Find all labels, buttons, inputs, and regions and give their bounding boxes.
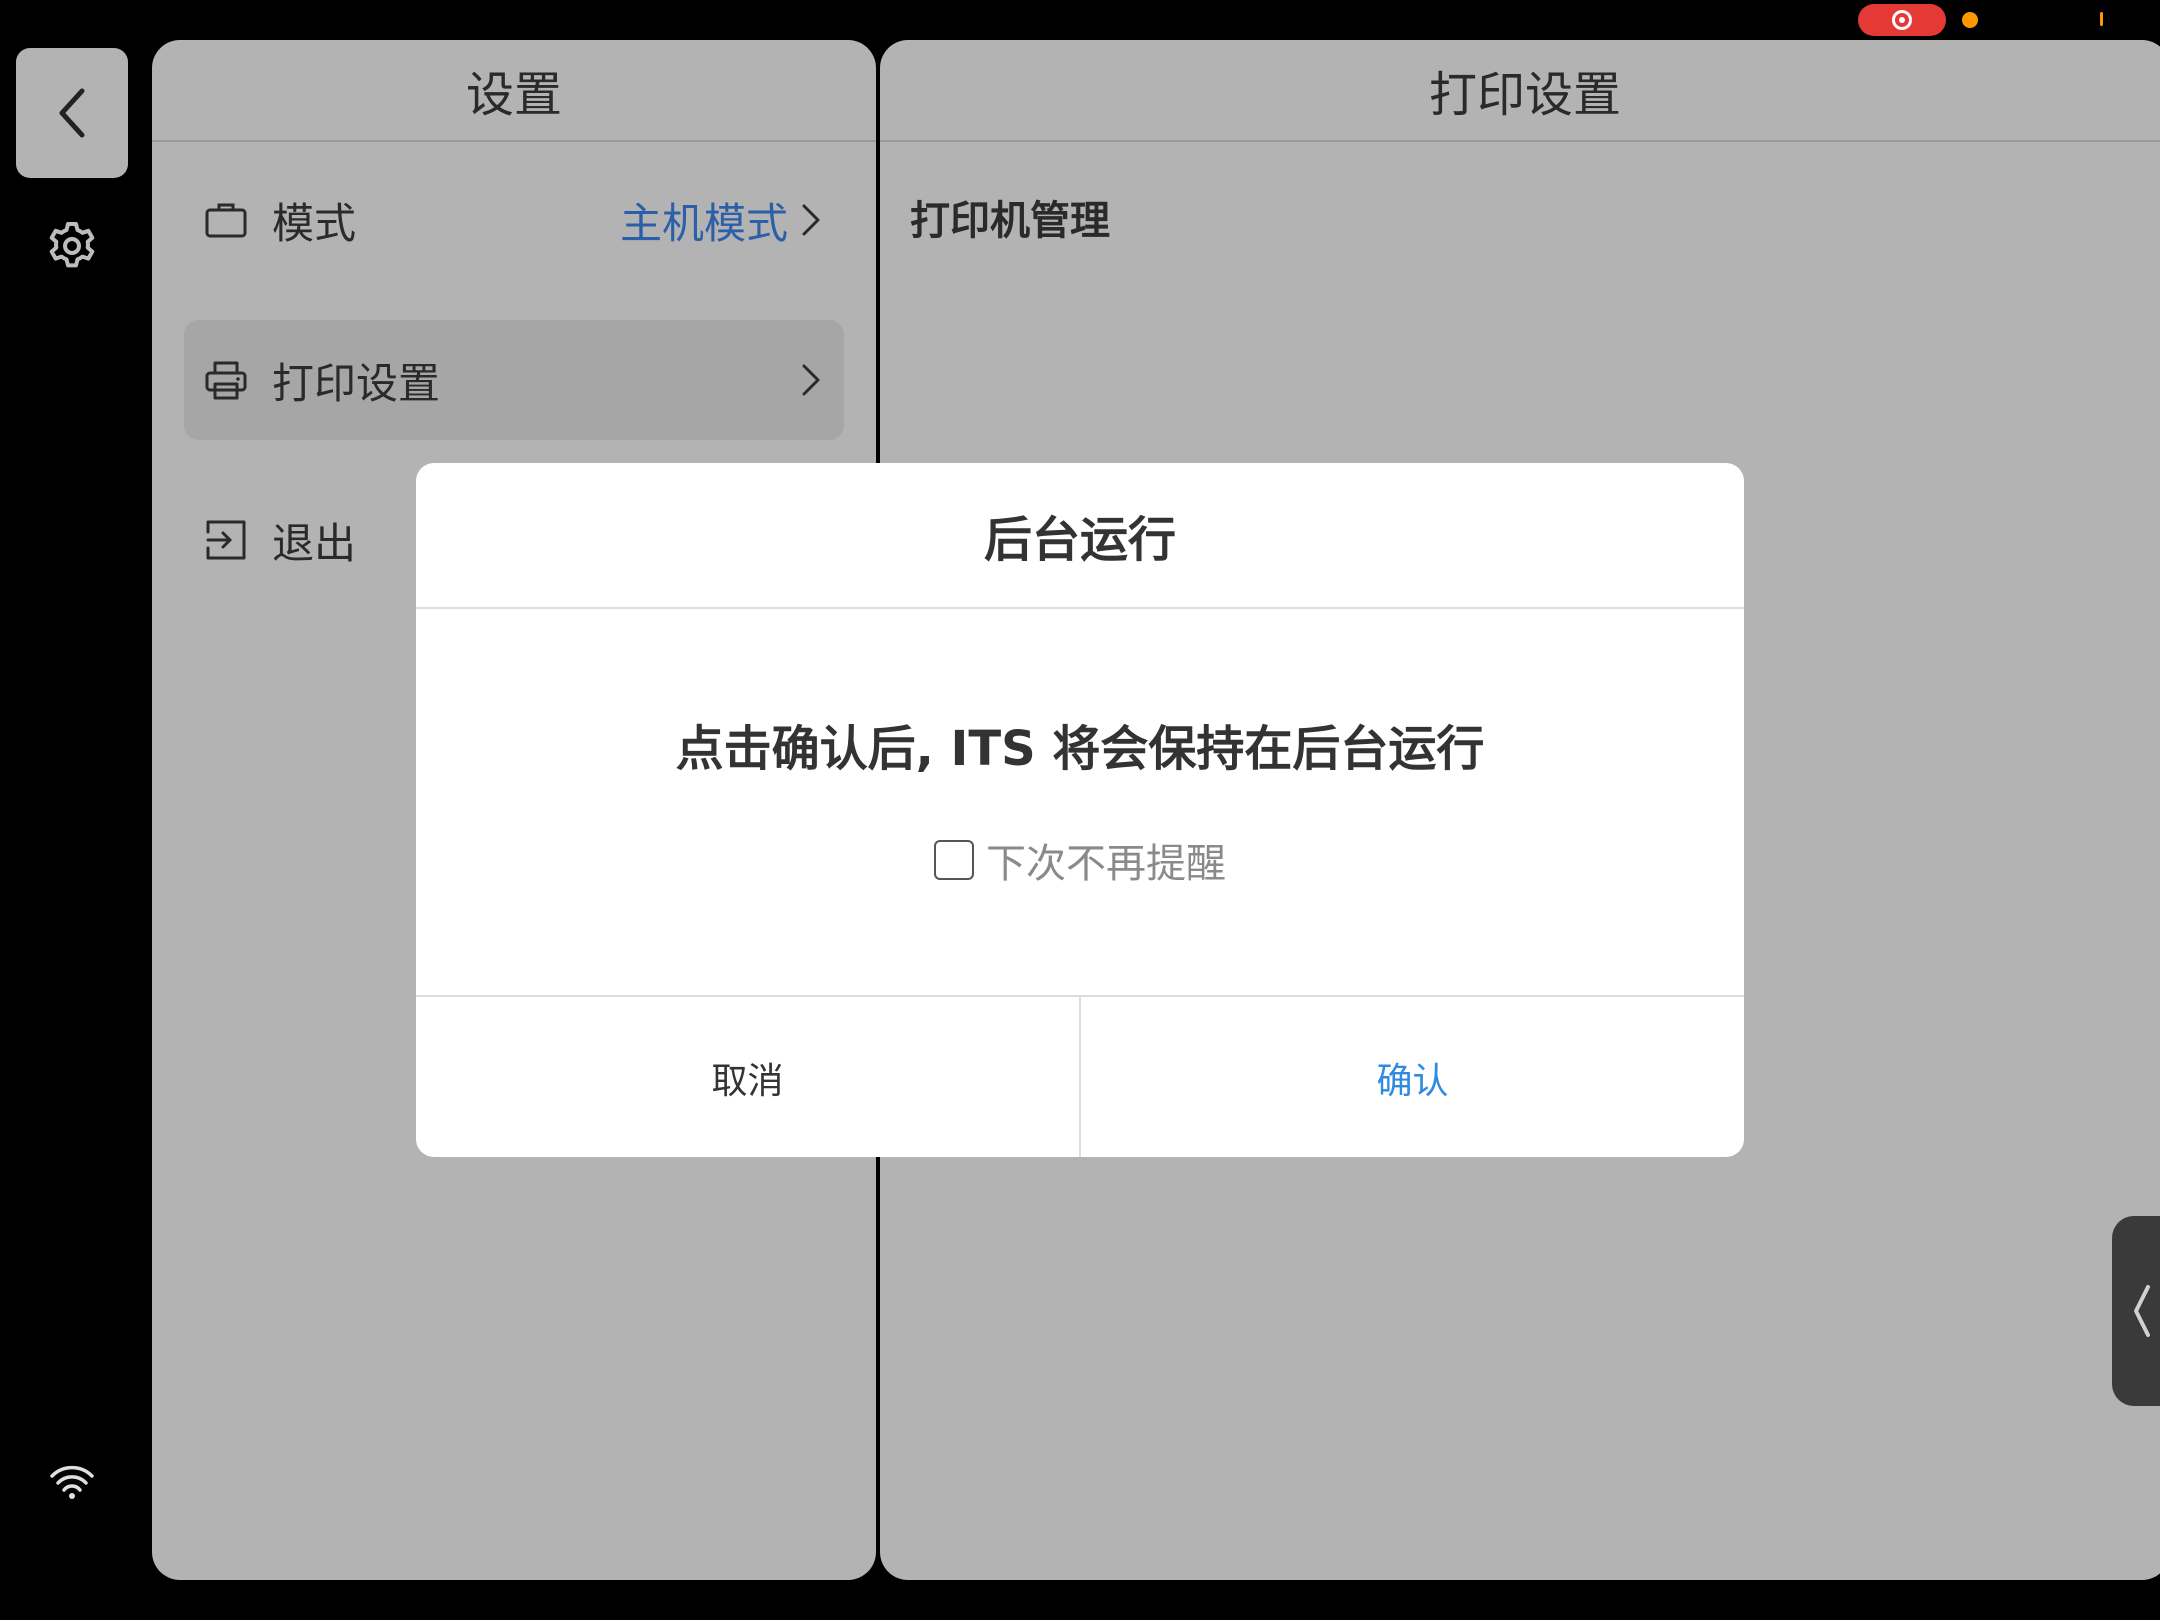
screen-record-indicator[interactable] bbox=[1858, 4, 1946, 36]
dialog-actions: 取消 确认 bbox=[416, 997, 1744, 1157]
dialog-title: 后台运行 bbox=[416, 463, 1744, 609]
printer-management-title: 打印机管理 bbox=[910, 198, 1110, 244]
cancel-button[interactable]: 取消 bbox=[416, 997, 1081, 1157]
menu-item-mode[interactable]: 模式 主机模式 bbox=[184, 160, 844, 280]
wifi-icon bbox=[50, 1465, 94, 1499]
menu-item-mode-label: 模式 bbox=[272, 198, 357, 248]
menu-item-mode-value: 主机模式 bbox=[619, 198, 788, 248]
background-run-dialog: 后台运行 点击确认后, ITS 将会保持在后台运行 下次不再提醒 取消 确认 bbox=[416, 463, 1744, 1157]
chevron-left-icon bbox=[59, 88, 85, 138]
print-settings-panel-title: 打印设置 bbox=[880, 40, 2160, 142]
printer-icon bbox=[205, 361, 247, 400]
back-button[interactable] bbox=[16, 48, 128, 178]
settings-panel-title: 设置 bbox=[152, 40, 876, 142]
chevron-right-icon bbox=[802, 204, 820, 236]
briefcase-icon bbox=[205, 203, 247, 238]
dont-remind-checkbox[interactable] bbox=[934, 840, 974, 880]
record-icon bbox=[1892, 10, 1912, 30]
dialog-body: 点击确认后, ITS 将会保持在后台运行 下次不再提醒 bbox=[416, 609, 1744, 997]
gear-icon[interactable] bbox=[44, 216, 100, 272]
privacy-indicator-dot bbox=[1962, 12, 1978, 28]
battery-indicator bbox=[2100, 12, 2103, 26]
chevron-left-icon bbox=[2134, 1285, 2150, 1337]
dialog-message: 点击确认后, ITS 将会保持在后台运行 bbox=[675, 721, 1485, 777]
dont-remind-label: 下次不再提醒 bbox=[986, 841, 1226, 887]
side-drawer-handle[interactable] bbox=[2112, 1216, 2160, 1406]
chevron-right-icon bbox=[802, 364, 820, 396]
confirm-button[interactable]: 确认 bbox=[1081, 997, 1744, 1157]
menu-item-print-settings-label: 打印设置 bbox=[272, 358, 441, 408]
menu-item-print-settings[interactable]: 打印设置 bbox=[184, 320, 844, 440]
dont-remind-option[interactable]: 下次不再提醒 bbox=[416, 831, 1744, 889]
screen: 设置 模式 主机模式 打印设置 退出 打印设置 打印机管理 后台运行 点击确认后… bbox=[0, 0, 2160, 1620]
exit-icon bbox=[206, 520, 246, 560]
